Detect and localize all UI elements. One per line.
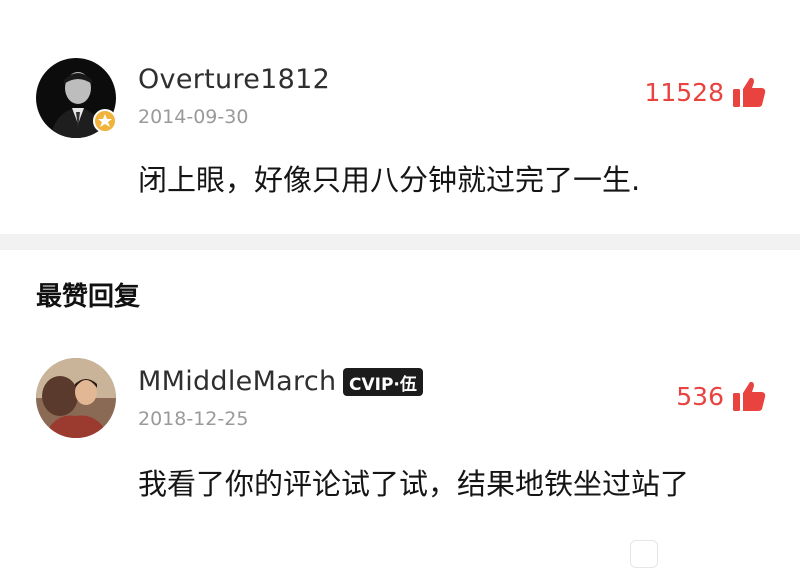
like-count: 536 — [676, 381, 724, 411]
like-button[interactable]: 536 — [676, 380, 766, 412]
vip-badge: CVIP·伍 — [343, 368, 423, 396]
reply-comment: MMiddleMarch CVIP·伍 2018-12-25 536 我看了你的… — [0, 0, 800, 582]
watermark-icon — [630, 540, 658, 568]
avatar[interactable] — [36, 358, 116, 438]
comment-date: 2018-12-25 — [138, 408, 249, 430]
comment-text: 我看了你的评论试了试，结果地铁坐过站了 — [138, 467, 690, 501]
username[interactable]: MMiddleMarch — [138, 366, 336, 397]
thumbs-up-icon — [732, 380, 766, 412]
